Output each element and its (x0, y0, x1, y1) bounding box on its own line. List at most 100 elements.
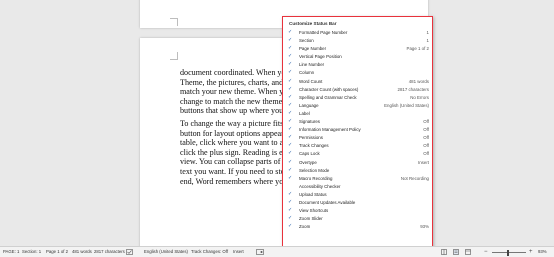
document-canvas: document coordinated. When you cli Theme… (0, 0, 554, 246)
check-icon: ✓ (287, 102, 293, 108)
customize-status-bar-menu: Customize Status Bar ✓ Formatted Page Num… (282, 16, 433, 253)
macro-recording-icon[interactable] (256, 249, 264, 255)
check-icon: ✓ (287, 70, 293, 76)
menu-item-value: 1 (426, 38, 429, 44)
check-icon: ✓ (287, 199, 293, 205)
menu-item[interactable]: ✓ Permissions Off (283, 134, 432, 142)
check-icon: ✓ (287, 151, 293, 157)
menu-item[interactable]: ✓ Vertical Page Position (283, 53, 432, 61)
menu-item[interactable]: ✓ Line Number (283, 61, 432, 69)
menu-item-label: Macro Recording (299, 175, 333, 181)
menu-item-value: 1 (426, 30, 429, 35)
menu-item-label: Page Number (299, 46, 327, 52)
status-language[interactable]: English (United States) (144, 247, 188, 257)
check-icon: ✓ (287, 127, 293, 133)
check-icon: ✓ (287, 191, 293, 197)
menu-item-label: Signatures (299, 119, 320, 125)
menu-item[interactable]: ✓ Page Number Page 1 of 2 (283, 45, 432, 53)
menu-item[interactable]: ✓ Language English (United States) (283, 102, 432, 110)
menu-item-value: 481 words (408, 78, 429, 84)
menu-item[interactable]: ✓ Signatures Off (283, 118, 432, 126)
menu-item-value: Off (423, 151, 429, 157)
menu-item-label: Vertical Page Position (299, 54, 342, 60)
print-layout-icon[interactable] (453, 249, 459, 255)
menu-item-label: Overtype (299, 159, 317, 165)
menu-item[interactable]: ✓ Spelling and Grammar Check No Errors (283, 94, 432, 102)
menu-item[interactable]: ✓ Information Management Policy Off (283, 126, 432, 134)
read-mode-icon[interactable] (441, 249, 447, 255)
check-icon: ✓ (287, 135, 293, 141)
menu-item[interactable]: ✓ Formatted Page Number 1 (283, 29, 432, 37)
web-layout-icon[interactable] (465, 249, 471, 255)
zoom-level[interactable]: 93% (538, 247, 547, 257)
check-icon: ✓ (287, 94, 293, 100)
check-icon: ✓ (287, 78, 293, 84)
check-icon: ✓ (287, 86, 293, 92)
menu-item-label: Language (299, 102, 319, 108)
menu-item-label: Upload Status (299, 191, 327, 197)
menu-item-value: 2817 characters (397, 86, 430, 92)
check-icon: ✓ (287, 30, 293, 35)
menu-item[interactable]: ✓ Document Updates Available (283, 199, 432, 207)
zoom-slider-track[interactable] (492, 252, 526, 253)
check-icon: ✓ (287, 46, 293, 52)
status-bar[interactable]: PAGE: 1 Section: 1 Page 1 of 2 481 words… (0, 246, 554, 257)
menu-item[interactable]: ✓ Label (283, 110, 432, 118)
menu-item[interactable]: ✓ Caps Lock Off (283, 150, 432, 158)
check-icon: ✓ (287, 110, 293, 116)
menu-item[interactable]: ✓ Track Changes Off (283, 142, 432, 150)
menu-item-value: Off (423, 127, 429, 133)
menu-item-value: Page 1 of 2 (406, 46, 429, 52)
menu-item[interactable]: Accessibility Checker (283, 183, 432, 191)
check-icon: ✓ (287, 62, 293, 68)
menu-item[interactable]: ✓ Overtype Insert (283, 159, 432, 167)
status-section[interactable]: Section: 1 (22, 247, 41, 257)
menu-item-label: Column (299, 70, 315, 76)
menu-item-label: Document Updates Available (299, 199, 356, 205)
menu-item-label: Label (299, 110, 310, 116)
zoom-slider-thumb[interactable] (506, 249, 509, 256)
menu-item[interactable]: ✓ Macro Recording Not Recording (283, 175, 432, 183)
menu-item[interactable]: ✓ Word Count 481 words (283, 78, 432, 86)
status-page-number[interactable]: Page 1 of 2 (46, 247, 68, 257)
menu-item[interactable]: ✓ Character Count (with spaces) 2817 chara… (283, 86, 432, 94)
menu-item-label: Track Changes (299, 143, 329, 149)
menu-item[interactable]: ✓ Upload Status (283, 191, 432, 199)
zoom-in-button[interactable]: + (529, 247, 533, 257)
check-icon: ✓ (287, 159, 293, 165)
menu-item-label: Accessibility Checker (299, 183, 341, 189)
check-icon: ✓ (287, 175, 293, 181)
menu-item-label: Line Number (299, 62, 325, 68)
menu-item[interactable]: ✓ Section 1 (283, 37, 432, 45)
menu-item-label: Zoom Slider (299, 216, 323, 222)
menu-item-label: View Shortcuts (299, 208, 329, 214)
menu-item-value: Insert (418, 159, 429, 165)
status-overtype[interactable]: Insert (233, 247, 244, 257)
menu-item[interactable]: ✓ Selection Mode (283, 167, 432, 175)
menu-item[interactable]: ✓ Zoom 93% (283, 223, 432, 231)
crop-mark (170, 52, 178, 60)
status-track-changes[interactable]: Track Changes: Off (191, 247, 228, 257)
menu-item[interactable]: ✓ Column (283, 69, 432, 77)
check-icon: ✓ (287, 143, 293, 149)
check-icon: ✓ (287, 208, 293, 214)
check-icon: ✓ (287, 216, 293, 222)
menu-item[interactable]: ✓ Zoom Slider (283, 215, 432, 223)
menu-item-label: Character Count (with spaces) (299, 86, 359, 92)
menu-item-value: Off (423, 143, 429, 149)
menu-item-value: English (United States) (384, 102, 429, 108)
check-icon: ✓ (287, 167, 293, 173)
proofing-icon[interactable] (126, 249, 133, 255)
status-character-count[interactable]: 2817 characters (94, 247, 125, 257)
menu-item-label: Zoom (299, 224, 311, 230)
menu-item-label: Spelling and Grammar Check (299, 94, 357, 100)
menu-item[interactable]: ✓ View Shortcuts (283, 207, 432, 215)
menu-item-label: Information Management Policy (299, 127, 361, 133)
zoom-out-button[interactable]: − (484, 247, 488, 257)
check-icon: ✓ (287, 224, 293, 230)
crop-mark (170, 18, 178, 26)
status-word-count[interactable]: 481 words (72, 247, 92, 257)
status-page[interactable]: PAGE: 1 (3, 247, 19, 257)
menu-item-label: Section (299, 38, 314, 44)
check-icon: ✓ (287, 38, 293, 44)
